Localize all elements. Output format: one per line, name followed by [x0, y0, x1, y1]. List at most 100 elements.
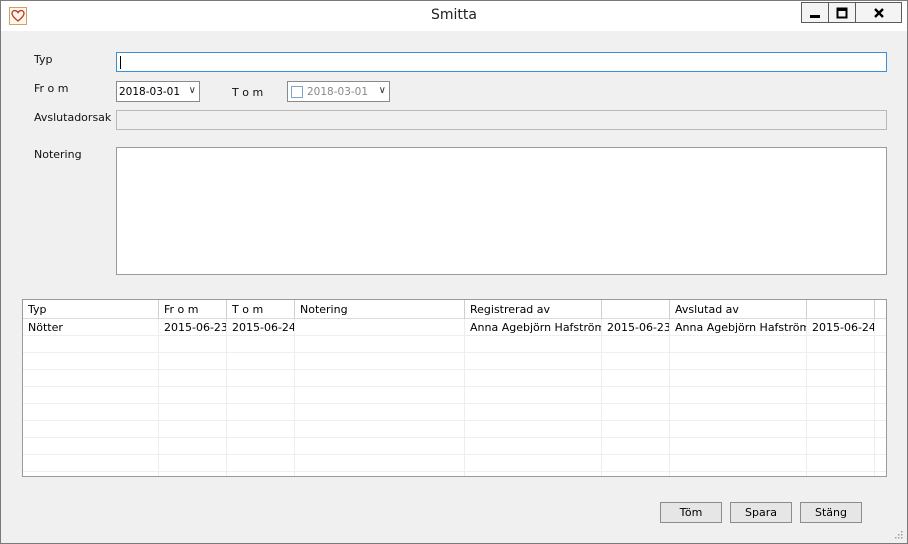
column-header-notering[interactable]: Notering	[295, 300, 465, 319]
empty-table-cell	[227, 370, 295, 387]
maximize-icon	[836, 7, 848, 18]
empty-table-row	[23, 421, 886, 438]
empty-table-cell	[602, 353, 670, 370]
empty-table-row	[23, 404, 886, 421]
table-cell: 2015-06-24	[807, 319, 875, 336]
column-header-to[interactable]: T o m	[227, 300, 295, 319]
empty-table-row	[23, 353, 886, 370]
title-bar: Smitta	[1, 1, 907, 31]
empty-table-cell	[670, 421, 807, 438]
empty-table-cell	[227, 455, 295, 472]
empty-table-cell	[602, 421, 670, 438]
empty-table-cell	[159, 438, 227, 455]
avslutadorsak-input[interactable]	[116, 110, 887, 130]
column-header-typ[interactable]: Typ	[23, 300, 159, 319]
column-header-avslutad-av[interactable]: Avslutad av	[670, 300, 807, 319]
empty-table-cell	[670, 370, 807, 387]
empty-table-row	[23, 472, 886, 476]
empty-table-cell	[295, 370, 465, 387]
empty-table-cell	[159, 353, 227, 370]
maximize-button[interactable]	[828, 2, 856, 23]
from-label: Fr o m	[34, 82, 69, 95]
empty-table-cell	[807, 421, 875, 438]
empty-table-cell	[465, 438, 602, 455]
smitta-window: Smitta Typ Fr o m 2018-03-01 ∨ T o m 201…	[0, 0, 908, 544]
empty-table-cell	[227, 387, 295, 404]
empty-table-cell	[23, 370, 159, 387]
empty-table-cell	[807, 438, 875, 455]
close-icon	[873, 7, 884, 18]
empty-table-cell	[465, 404, 602, 421]
empty-table-cell	[295, 387, 465, 404]
table-cell: 2015-06-23	[602, 319, 670, 336]
empty-table-cell	[670, 353, 807, 370]
close-window-button[interactable]	[855, 2, 902, 23]
column-header-avslutad-datum[interactable]	[807, 300, 875, 319]
empty-table-cell	[807, 404, 875, 421]
empty-table-cell	[807, 353, 875, 370]
resize-grip-icon[interactable]	[893, 529, 903, 539]
empty-table-cell	[159, 336, 227, 353]
empty-table-cell	[159, 387, 227, 404]
empty-table-cell	[227, 472, 295, 476]
empty-table-cell	[807, 455, 875, 472]
to-date-checkbox[interactable]	[291, 86, 303, 98]
typ-label: Typ	[34, 53, 53, 66]
empty-table-cell	[670, 455, 807, 472]
empty-table-cell	[465, 370, 602, 387]
empty-table-cell	[159, 370, 227, 387]
table-cell	[295, 319, 465, 336]
minimize-button[interactable]	[801, 2, 829, 23]
to-date-picker[interactable]: 2018-03-01 ∨	[287, 81, 390, 102]
empty-table-cell	[227, 336, 295, 353]
empty-table-cell	[159, 421, 227, 438]
empty-table-row	[23, 438, 886, 455]
empty-table-cell	[465, 353, 602, 370]
empty-table-cell	[295, 455, 465, 472]
chevron-down-icon[interactable]: ∨	[379, 85, 386, 96]
empty-table-cell	[670, 387, 807, 404]
table-cell: 2015-06-24	[227, 319, 295, 336]
empty-table-cell	[227, 438, 295, 455]
empty-table-cell	[670, 472, 807, 476]
column-header-from[interactable]: Fr o m	[159, 300, 227, 319]
empty-table-cell	[23, 336, 159, 353]
empty-table-cell	[227, 353, 295, 370]
empty-table-cell	[465, 421, 602, 438]
empty-table-cell	[602, 438, 670, 455]
empty-table-cell	[159, 472, 227, 476]
empty-table-cell	[23, 353, 159, 370]
notering-textarea[interactable]	[116, 147, 887, 275]
smitta-table[interactable]: Typ Fr o m T o m Notering Registrerad av…	[22, 299, 887, 477]
empty-table-cell	[670, 336, 807, 353]
table-row[interactable]: Nötter 2015-06-23 2015-06-24 Anna Agebjö…	[23, 319, 886, 336]
empty-table-cell	[295, 353, 465, 370]
typ-input[interactable]	[116, 52, 887, 72]
empty-table-row	[23, 455, 886, 472]
table-cell: Anna Agebjörn Hafström	[465, 319, 602, 336]
to-date-value: 2018-03-01	[307, 86, 369, 98]
empty-table-cell	[227, 421, 295, 438]
empty-table-cell	[465, 387, 602, 404]
empty-table-cell	[23, 421, 159, 438]
empty-table-row	[23, 336, 886, 353]
table-cell: Anna Agebjörn Hafström	[670, 319, 807, 336]
to-label: T o m	[232, 86, 264, 99]
avslutadorsak-label: Avslutadorsak	[34, 111, 112, 124]
chevron-down-icon[interactable]: ∨	[189, 85, 196, 96]
empty-table-row	[23, 370, 886, 387]
column-header-registrerad-datum[interactable]	[602, 300, 670, 319]
empty-table-cell	[295, 472, 465, 476]
empty-table-cell	[23, 438, 159, 455]
table-header: Typ Fr o m T o m Notering Registrerad av…	[23, 300, 886, 319]
empty-table-cell	[23, 455, 159, 472]
empty-table-cell	[807, 387, 875, 404]
empty-table-row	[23, 387, 886, 404]
window-title: Smitta	[431, 7, 477, 23]
from-date-picker[interactable]: 2018-03-01 ∨	[116, 81, 200, 102]
empty-table-cell	[807, 336, 875, 353]
column-header-registrerad-av[interactable]: Registrerad av	[465, 300, 602, 319]
close-button[interactable]: Stäng	[800, 502, 862, 523]
clear-button[interactable]: Töm	[660, 502, 722, 523]
save-button[interactable]: Spara	[730, 502, 792, 523]
